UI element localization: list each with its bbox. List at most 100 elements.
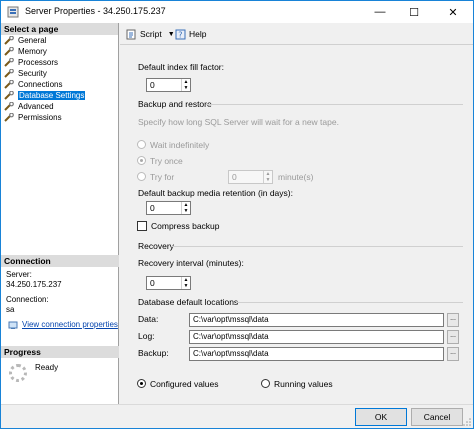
fill-factor-label: Default index fill factor: [138,62,224,72]
script-icon [126,29,136,39]
page-label: Advanced [18,102,54,111]
minutes-unit: minute(s) [278,172,314,182]
wrench-icon [4,47,14,56]
configured-values-radio[interactable] [137,379,146,388]
connection-value: sa [6,305,15,314]
page-item-general[interactable]: General [1,35,118,46]
wrench-icon [4,69,14,78]
help-label: Help [189,29,207,39]
backup-label: Backup: [138,348,169,358]
log-path-field[interactable]: C:\var\opt\mssql\data [189,330,444,344]
section-divider [236,302,463,303]
log-browse-button[interactable]: ... [447,330,459,344]
page-item-advanced[interactable]: Advanced [1,101,118,112]
spin-down-icon[interactable]: ▼ [182,283,190,289]
server-label: Server: [6,270,32,279]
data-browse-button[interactable]: ... [447,313,459,327]
help-icon: ? [175,29,186,39]
page-label: Permissions [18,113,62,122]
page-item-memory[interactable]: Memory [1,46,118,57]
wrench-icon [4,91,14,100]
chevron-down-icon[interactable]: ▼ [168,31,175,38]
page-item-permissions[interactable]: Permissions [1,112,118,123]
progress-status: Ready [35,363,59,372]
backup-restore-section: Backup and restore [138,99,212,109]
backup-browse-button[interactable]: ... [447,347,459,361]
page-item-connections[interactable]: Connections [1,79,118,90]
page-item-security[interactable]: Security [1,68,118,79]
wrench-icon [4,36,14,45]
script-button[interactable]: Script ▼ [126,28,175,40]
recovery-interval-value: 0 [150,278,155,288]
wrench-icon [4,80,14,89]
spin-down-icon[interactable]: ▼ [264,177,272,183]
server-properties-window: Server Properties - 34.250.175.237 — ☐ ✕… [0,0,474,429]
left-pane: Select a page General Memory Processors … [1,23,119,404]
select-page-header: Select a page [1,23,118,35]
try-for-radio[interactable] [137,172,146,181]
right-pane: Script ▼ ? Help Default index fill facto… [120,23,473,404]
wait-indefinitely-radio[interactable] [137,140,146,149]
data-label: Data: [138,314,159,324]
wait-indefinitely-label: Wait indefinitely [150,140,210,150]
retention-spinner[interactable]: 0 ▲ ▼ [146,201,191,215]
spin-down-icon[interactable]: ▼ [182,85,190,91]
page-label: Processors [18,58,59,67]
configured-values-label: Configured values [150,379,219,389]
backup-path-field[interactable]: C:\var\opt\mssql\data [189,347,444,361]
server-value: 34.250.175.237 [6,280,62,289]
page-item-database-settings[interactable]: Database Settings [1,90,118,101]
backup-hint: Specify how long SQL Server will wait fo… [138,117,339,127]
locations-section: Database default locations [138,297,239,307]
connection-info: Server: 34.250.175.237 Connection: sa [6,270,62,315]
compress-backup-label: Compress backup [151,221,220,231]
svg-text:?: ? [178,30,182,39]
resize-grip-icon[interactable] [463,418,471,426]
app-icon [7,6,19,18]
page-label: General [18,36,47,45]
running-values-label: Running values [274,379,333,389]
log-label: Log: [138,331,155,341]
try-for-label: Try for [150,172,175,182]
progress-header: Progress [1,346,119,358]
try-once-radio[interactable] [137,156,146,165]
spin-down-icon[interactable]: ▼ [182,208,190,214]
try-once-label: Try once [150,156,183,166]
fill-factor-value: 0 [150,80,155,90]
page-label: Memory [18,47,47,56]
data-path-field[interactable]: C:\var\opt\mssql\data [189,313,444,327]
connection-label: Connection: [6,295,49,304]
recovery-interval-label: Recovery interval (minutes): [138,258,244,268]
retention-label: Default backup media retention (in days)… [138,188,293,198]
compress-backup-checkbox[interactable] [137,221,147,231]
wrench-icon [4,102,14,111]
page-label: Connections [18,80,63,89]
connection-icon [8,321,18,329]
dialog-footer: OK Cancel [1,404,473,428]
help-button[interactable]: ? Help [175,28,206,40]
maximize-button[interactable]: ☐ [399,1,429,23]
close-button[interactable]: ✕ [433,1,473,23]
page-label: Security [18,69,47,78]
fill-factor-spinner[interactable]: 0 ▲ ▼ [146,78,191,92]
window-title: Server Properties - 34.250.175.237 [25,6,166,16]
retention-value: 0 [150,203,155,213]
running-values-radio[interactable] [261,379,270,388]
section-divider [206,104,463,105]
title-bar: Server Properties - 34.250.175.237 — ☐ ✕ [1,1,473,23]
try-for-value: 0 [232,172,237,182]
spinner-icon [9,364,27,382]
section-divider [172,246,463,247]
view-connection-properties-link[interactable]: View connection properties [22,320,118,329]
page-label: Database Settings [18,91,86,100]
connection-header: Connection [1,255,119,267]
wrench-icon [4,58,14,67]
minimize-button[interactable]: — [365,1,395,23]
cancel-button[interactable]: Cancel [411,408,463,426]
try-for-spinner[interactable]: 0 ▲ ▼ [228,170,273,184]
recovery-interval-spinner[interactable]: 0 ▲ ▼ [146,276,191,290]
ok-button[interactable]: OK [355,408,407,426]
page-item-processors[interactable]: Processors [1,57,118,68]
script-label: Script [140,29,162,39]
wrench-icon [4,113,14,122]
